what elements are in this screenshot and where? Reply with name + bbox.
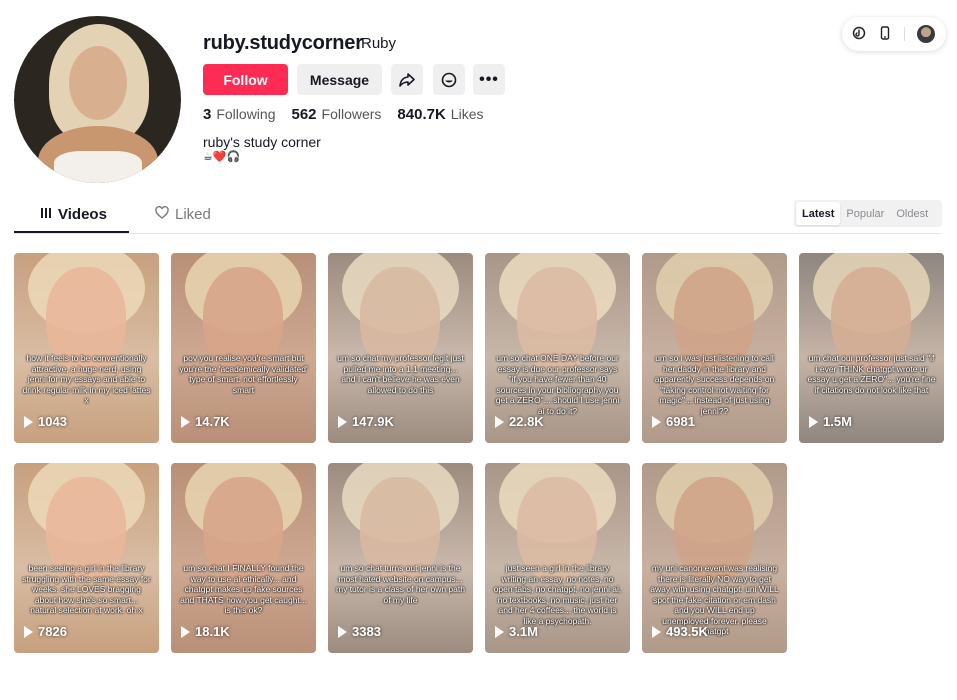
play-icon — [181, 625, 190, 638]
more-dots-icon: ••• — [479, 70, 499, 88]
likes-stat: 840.7K Likes — [397, 106, 483, 123]
device-icon[interactable] — [878, 25, 892, 43]
sort-latest[interactable]: Latest — [796, 202, 841, 225]
active-tab-indicator — [14, 231, 129, 233]
user-avatar[interactable] — [917, 25, 935, 43]
view-count: 1043 — [38, 414, 67, 429]
video-caption: um chat our professor just said "if i ev… — [807, 353, 936, 395]
tiktok-coin-icon[interactable] — [852, 26, 866, 43]
view-count: 14.7K — [195, 414, 230, 429]
sort-popular[interactable]: Popular — [840, 202, 890, 225]
top-right-controls — [842, 17, 946, 51]
play-icon — [652, 415, 661, 428]
likes-label: Likes — [450, 106, 484, 122]
following-label: Following — [216, 106, 276, 122]
view-count: 1.5M — [823, 414, 852, 429]
sort-toggle: Latest Popular Oldest — [794, 200, 942, 227]
profile-stats: 3 Following 562 Followers 840.7K Likes — [203, 106, 483, 123]
video-views: 14.7K — [181, 414, 230, 429]
suggest-accounts-button[interactable] — [433, 64, 465, 95]
play-icon — [809, 415, 818, 428]
profile-avatar — [14, 16, 181, 183]
play-icon — [24, 415, 33, 428]
video-views: 1043 — [24, 414, 67, 429]
video-card[interactable]: been seeing a girl in the library strugg… — [14, 463, 159, 653]
video-card[interactable]: pov you realise you're smart but you're … — [171, 253, 316, 443]
video-caption: um so i was just listening to call her d… — [654, 353, 775, 416]
video-caption: um so chat turns out jenni is the most h… — [336, 563, 465, 605]
followers-count: 562 — [291, 106, 317, 123]
video-caption: um so chat my professor legit just pulle… — [337, 353, 464, 395]
video-views: 22.8K — [495, 414, 544, 429]
view-count: 6981 — [666, 414, 695, 429]
video-views: 3383 — [338, 624, 381, 639]
video-caption: um so chat I FINALLY found the way to us… — [180, 563, 307, 615]
followers-stat[interactable]: 562 Followers — [291, 106, 381, 123]
video-card[interactable]: um so chat ONE DAY before our essay is d… — [485, 253, 630, 443]
video-views: 1.5M — [809, 414, 852, 429]
video-card[interactable]: how it feels to be conventionally attrac… — [14, 253, 159, 443]
message-button[interactable]: Message — [297, 64, 382, 95]
profile-bio: ruby's study corner — [203, 134, 321, 150]
video-card[interactable]: um so i was just listening to call her d… — [642, 253, 787, 443]
video-card[interactable]: my uni canon event was realising there i… — [642, 463, 787, 653]
view-count: 147.9K — [352, 414, 394, 429]
video-caption: been seeing a girl in the library strugg… — [22, 563, 151, 615]
following-count: 3 — [203, 106, 212, 123]
play-icon — [495, 625, 504, 638]
play-icon — [338, 415, 347, 428]
play-icon — [24, 625, 33, 638]
sort-oldest[interactable]: Oldest — [890, 202, 934, 225]
likes-count: 840.7K — [397, 106, 446, 123]
view-count: 3.1M — [509, 624, 538, 639]
play-icon — [652, 625, 661, 638]
followers-label: Followers — [321, 106, 382, 122]
play-icon — [181, 415, 190, 428]
video-card[interactable]: um so chat I FINALLY found the way to us… — [171, 463, 316, 653]
video-views: 18.1K — [181, 624, 230, 639]
play-icon — [495, 415, 504, 428]
video-views: 147.9K — [338, 414, 394, 429]
tab-liked-label: Liked — [175, 206, 211, 223]
video-caption: um so chat ONE DAY before our essay is d… — [495, 353, 620, 416]
profile-username: ruby.studycorner — [203, 32, 363, 54]
share-button[interactable] — [391, 64, 423, 95]
view-count: 7826 — [38, 624, 67, 639]
liked-heart-icon — [155, 205, 169, 223]
video-caption: how it feels to be conventionally attrac… — [22, 353, 151, 405]
pill-divider — [904, 27, 905, 41]
video-card[interactable]: um so chat my professor legit just pulle… — [328, 253, 473, 443]
view-count: 493.5K — [666, 624, 708, 639]
video-caption: pov you realise you're smart but you're … — [179, 353, 308, 395]
view-count: 3383 — [352, 624, 381, 639]
profile-bio-emojis: ☕❤️🎧 — [203, 151, 241, 163]
more-options-button[interactable]: ••• — [473, 64, 505, 95]
tab-videos[interactable]: Videos — [40, 206, 107, 223]
video-views: 493.5K — [652, 624, 708, 639]
video-views: 6981 — [652, 414, 695, 429]
play-icon — [338, 625, 347, 638]
video-caption: just seen a girl in the library writing … — [493, 563, 622, 626]
follow-button[interactable]: Follow — [203, 64, 288, 95]
video-card[interactable]: um chat our professor just said "if i ev… — [799, 253, 944, 443]
following-stat[interactable]: 3 Following — [203, 106, 275, 123]
face-icon — [441, 72, 457, 87]
tab-liked[interactable]: Liked — [155, 205, 211, 223]
share-icon — [399, 72, 415, 87]
view-count: 18.1K — [195, 624, 230, 639]
video-card[interactable]: just seen a girl in the library writing … — [485, 463, 630, 653]
profile-nickname: Ruby — [361, 35, 397, 52]
grid-icon — [40, 206, 52, 223]
tab-videos-label: Videos — [58, 206, 107, 223]
video-card[interactable]: um so chat turns out jenni is the most h… — [328, 463, 473, 653]
video-views: 7826 — [24, 624, 67, 639]
video-views: 3.1M — [495, 624, 538, 639]
view-count: 22.8K — [509, 414, 544, 429]
